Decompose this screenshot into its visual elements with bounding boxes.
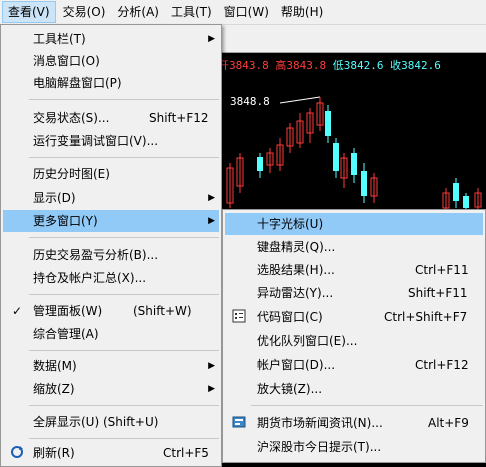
menu-item-optimization-queue[interactable]: 优化队列窗口(E)...	[225, 330, 483, 352]
menu-separator	[29, 237, 219, 238]
menu-item-account-window[interactable]: 帐户窗口(D)... Ctrl+F12	[225, 354, 483, 376]
menu-item-label: 交易状态(S)...	[33, 111, 110, 125]
menu-item-label: 十字光标(U)	[257, 217, 324, 231]
menu-item-label: 异动雷达(Y)...	[257, 286, 334, 300]
menu-item-label: 放大镜(Z)...	[257, 382, 323, 396]
candle-down	[361, 171, 367, 196]
chevron-right-icon: ▶	[208, 384, 215, 394]
menu-item-crosshair[interactable]: 十字光标(U)	[225, 213, 483, 235]
menu-separator	[29, 99, 219, 100]
menu-item-label: 历史交易盈亏分析(B)...	[33, 248, 159, 262]
menu-item-label: 更多窗口(Y)	[33, 214, 98, 228]
menu-item-label: 全屏显示(U) (Shift+U)	[33, 415, 159, 429]
menu-item-trade-status[interactable]: 交易状态(S)... Shift+F12	[3, 107, 219, 129]
menu-window[interactable]: 窗口(W)	[219, 1, 274, 23]
menu-item-label: 历史分时图(E)	[33, 167, 110, 181]
menu-item-label: 代码窗口(C)	[257, 310, 323, 324]
menu-item-label: 运行变量调试窗口(V)...	[33, 134, 159, 148]
menu-item-refresh[interactable]: 刷新(R) Ctrl+F5	[3, 442, 219, 464]
menu-item-label: 期货市场新闻资讯(N)...	[257, 416, 383, 430]
menu-item-label: 键盘精灵(Q)...	[257, 240, 336, 254]
menu-item-management-panel[interactable]: ✓ 管理面板(W) (Shift+W)	[3, 300, 219, 322]
menu-trade[interactable]: 交易(O)	[58, 1, 111, 23]
menu-item-message-window[interactable]: 消息窗口(O)	[3, 50, 219, 72]
menu-item-variable-debug-window[interactable]: 运行变量调试窗口(V)...	[3, 130, 219, 152]
menu-item-computer-analysis-window[interactable]: 电脑解盘窗口(P)	[3, 72, 219, 94]
checkmark-icon: ✓	[11, 304, 23, 318]
menu-item-label: 优化队列窗口(E)...	[257, 334, 358, 348]
menu-item-label: 电脑解盘窗口(P)	[33, 76, 122, 90]
menu-item-label: 帐户窗口(D)...	[257, 358, 336, 372]
menu-item-anomaly-radar[interactable]: 异动雷达(Y)... Shift+F11	[225, 282, 483, 304]
menu-item-shortcut: Ctrl+F11	[415, 263, 469, 277]
menu-item-more-windows[interactable]: 更多窗口(Y) ▶	[3, 210, 219, 232]
menu-item-history-pnl-analysis[interactable]: 历史交易盈亏分析(B)...	[3, 244, 219, 266]
view-menu: 工具栏(T) ▶ 消息窗口(O) 电脑解盘窗口(P) 交易状态(S)... Sh…	[0, 24, 222, 467]
menu-item-integrated-management[interactable]: 综合管理(A)	[3, 323, 219, 345]
candle-down	[351, 153, 357, 175]
peak-pointer-line	[279, 96, 321, 104]
menu-item-keyboard-wizard[interactable]: 键盘精灵(Q)...	[225, 236, 483, 258]
menu-item-label: 综合管理(A)	[33, 327, 99, 341]
menu-separator	[29, 157, 219, 158]
menu-item-magnifier[interactable]: 放大镜(Z)...	[225, 378, 483, 400]
menu-separator	[29, 405, 219, 406]
more-windows-submenu: 十字光标(U) 键盘精灵(Q)... 选股结果(H)... Ctrl+F11 异…	[222, 209, 486, 463]
menu-item-shortcut: Shift+F11	[408, 286, 468, 300]
chevron-right-icon: ▶	[208, 216, 215, 226]
menu-separator	[29, 350, 219, 351]
menu-item-fullscreen[interactable]: 全屏显示(U) (Shift+U)	[3, 411, 219, 433]
menu-analysis[interactable]: 分析(A)	[112, 1, 164, 23]
menu-item-label: 工具栏(T)	[33, 32, 86, 46]
candle-down	[463, 196, 469, 208]
menu-item-position-account-summary[interactable]: 持仓及帐户汇总(X)...	[3, 267, 219, 289]
code-window-icon	[231, 309, 247, 325]
menu-separator	[29, 438, 219, 439]
menu-item-zoom[interactable]: 缩放(Z) ▶	[3, 378, 219, 400]
menu-item-label: 选股结果(H)...	[257, 263, 335, 277]
menu-item-label: 持仓及帐户汇总(X)...	[33, 271, 147, 285]
menu-item-label: 显示(D)	[33, 191, 76, 205]
chevron-right-icon: ▶	[208, 34, 215, 44]
menu-tools[interactable]: 工具(T)	[166, 1, 217, 23]
menu-item-label: 缩放(Z)	[33, 382, 75, 396]
menu-item-label: 刷新(R)	[33, 446, 75, 460]
menu-item-screener-results[interactable]: 选股结果(H)... Ctrl+F11	[225, 259, 483, 281]
menu-item-stock-daily-tips[interactable]: 沪深股市今日提示(T)...	[225, 436, 483, 458]
menu-item-shortcut: Shift+F12	[149, 111, 209, 125]
candle-down	[325, 111, 331, 136]
menu-view[interactable]: 查看(V)	[2, 1, 56, 23]
menu-separator	[29, 294, 219, 295]
menu-separator	[251, 405, 483, 406]
menu-item-data[interactable]: 数据(M) ▶	[3, 355, 219, 377]
candle-down	[257, 157, 263, 171]
candle-down	[453, 183, 459, 201]
menu-item-shortcut: Ctrl+F5	[163, 446, 209, 460]
menu-item-history-timeshare[interactable]: 历史分时图(E)	[3, 163, 219, 185]
menu-item-label: 管理面板(W)	[33, 304, 103, 318]
menu-item-shortcut: Ctrl+F12	[415, 358, 469, 372]
menu-item-shortcut: Alt+F9	[428, 416, 469, 430]
menu-item-label: 数据(M)	[33, 359, 77, 373]
menu-item-display[interactable]: 显示(D) ▶	[3, 187, 219, 209]
menu-item-label: 消息窗口(O)	[33, 54, 100, 68]
menu-item-code-window[interactable]: 代码窗口(C) Ctrl+Shift+F7	[225, 306, 483, 328]
refresh-icon	[9, 445, 25, 461]
chart-toolbar-strip	[218, 25, 486, 53]
chevron-right-icon: ▶	[208, 193, 215, 203]
menu-item-label: 沪深股市今日提示(T)...	[257, 440, 382, 454]
candle-down	[333, 143, 339, 171]
chevron-right-icon: ▶	[208, 361, 215, 371]
menu-bar: 查看(V) 交易(O) 分析(A) 工具(T) 窗口(W) 帮助(H)	[0, 0, 486, 25]
menu-item-shortcut: Ctrl+Shift+F7	[384, 310, 468, 324]
menu-item-shortcut: (Shift+W)	[133, 304, 192, 318]
menu-item-futures-news[interactable]: 期货市场新闻资讯(N)... Alt+F9	[225, 412, 483, 434]
news-icon	[231, 415, 247, 431]
menu-item-toolbar[interactable]: 工具栏(T) ▶	[3, 28, 219, 50]
menu-help[interactable]: 帮助(H)	[276, 1, 328, 23]
